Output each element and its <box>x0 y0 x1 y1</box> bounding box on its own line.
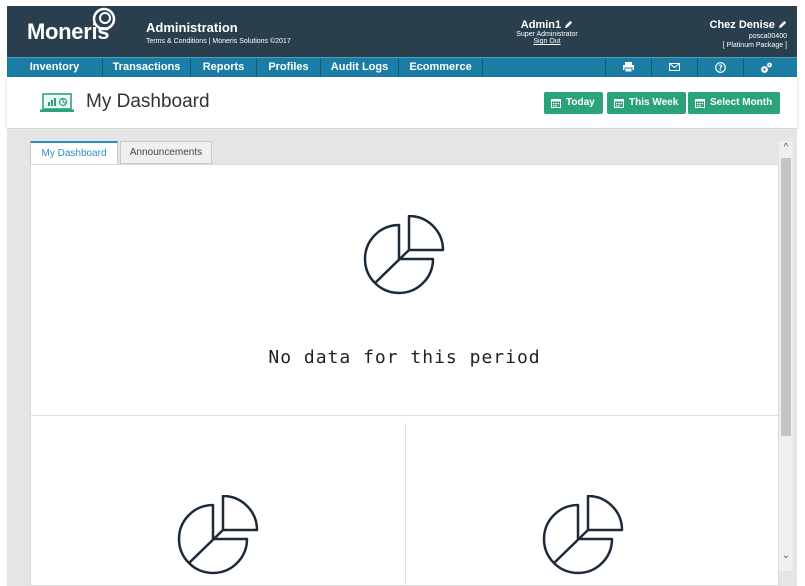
nav-ecommerce[interactable]: Ecommerce <box>399 58 483 77</box>
pie-chart-icon <box>177 495 259 575</box>
nav-transactions[interactable]: Transactions <box>103 58 191 77</box>
this-week-button[interactable]: This Week <box>607 92 687 114</box>
store-id: posca00400 <box>748 33 787 40</box>
select-month-button[interactable]: Select Month <box>688 92 781 114</box>
store-block: Chez Denise posca00400 [ Platinum Packag… <box>710 19 787 49</box>
today-button-label: Today <box>566 97 595 108</box>
app-header: Moneris Administration Terms & Condition… <box>7 6 797 57</box>
dashboard-tabs: My Dashboard Announcements <box>30 141 779 165</box>
this-week-button-label: This Week <box>629 97 679 108</box>
pie-chart-icon <box>542 495 624 575</box>
page-title: My Dashboard <box>86 91 210 112</box>
sign-out-link[interactable]: Sign Out <box>503 38 591 45</box>
nav-audit-logs[interactable]: Audit Logs <box>321 58 399 77</box>
tab-my-dashboard[interactable]: My Dashboard <box>30 141 118 165</box>
today-button[interactable]: Today <box>544 92 603 114</box>
tab-announcements[interactable]: Announcements <box>120 141 212 164</box>
pie-chart-icon <box>363 215 445 295</box>
edit-pencil-icon[interactable] <box>564 20 573 29</box>
scroll-up-arrow-icon[interactable]: ^ <box>779 141 793 155</box>
panel-divider <box>405 423 406 586</box>
store-name: Chez Denise <box>709 19 775 31</box>
nav-profiles[interactable]: Profiles <box>257 58 321 77</box>
store-package: [ Platinum Package ] <box>722 42 787 49</box>
app-title: Administration <box>146 20 238 35</box>
calendar-icon <box>551 99 561 108</box>
settings-icon[interactable] <box>743 58 789 77</box>
user-role: Super Administrator <box>516 31 578 38</box>
mail-icon[interactable] <box>651 58 697 77</box>
printer-icon[interactable] <box>605 58 651 77</box>
app-subtitle-link[interactable]: Terms & Conditions | Moneris Solutions ©… <box>146 38 291 45</box>
main-nav: Inventory Transactions Reports Profiles … <box>7 57 797 77</box>
calendar-icon <box>614 99 624 108</box>
calendar-icon <box>695 99 705 108</box>
edit-store-pencil-icon[interactable] <box>778 20 787 29</box>
user-block: Admin1 Super Administrator Sign Out <box>503 19 591 45</box>
dashboard-titlebar: My Dashboard Today This Week Select Mont… <box>7 77 797 129</box>
nav-inventory[interactable]: Inventory <box>7 58 103 77</box>
user-name: Admin1 <box>520 19 562 31</box>
help-icon[interactable]: ? <box>697 58 743 77</box>
dashboard-panel: No data for this period <box>30 164 779 586</box>
admin-title-block: Administration Terms & Conditions | Mone… <box>146 20 291 45</box>
vertical-scrollbar[interactable]: ^ ⌄ <box>779 141 793 571</box>
nav-reports[interactable]: Reports <box>191 58 257 77</box>
scroll-down-chevron-icon[interactable]: ⌄ <box>779 549 793 563</box>
scroll-thumb[interactable] <box>781 158 791 436</box>
no-data-message: No data for this period <box>268 347 541 368</box>
main-chart-area: No data for this period <box>31 165 778 416</box>
moneris-logo-swirl-icon <box>92 7 116 31</box>
svg-text:?: ? <box>718 63 722 72</box>
dashboard-laptop-icon <box>40 93 74 112</box>
select-month-button-label: Select Month <box>710 97 773 108</box>
